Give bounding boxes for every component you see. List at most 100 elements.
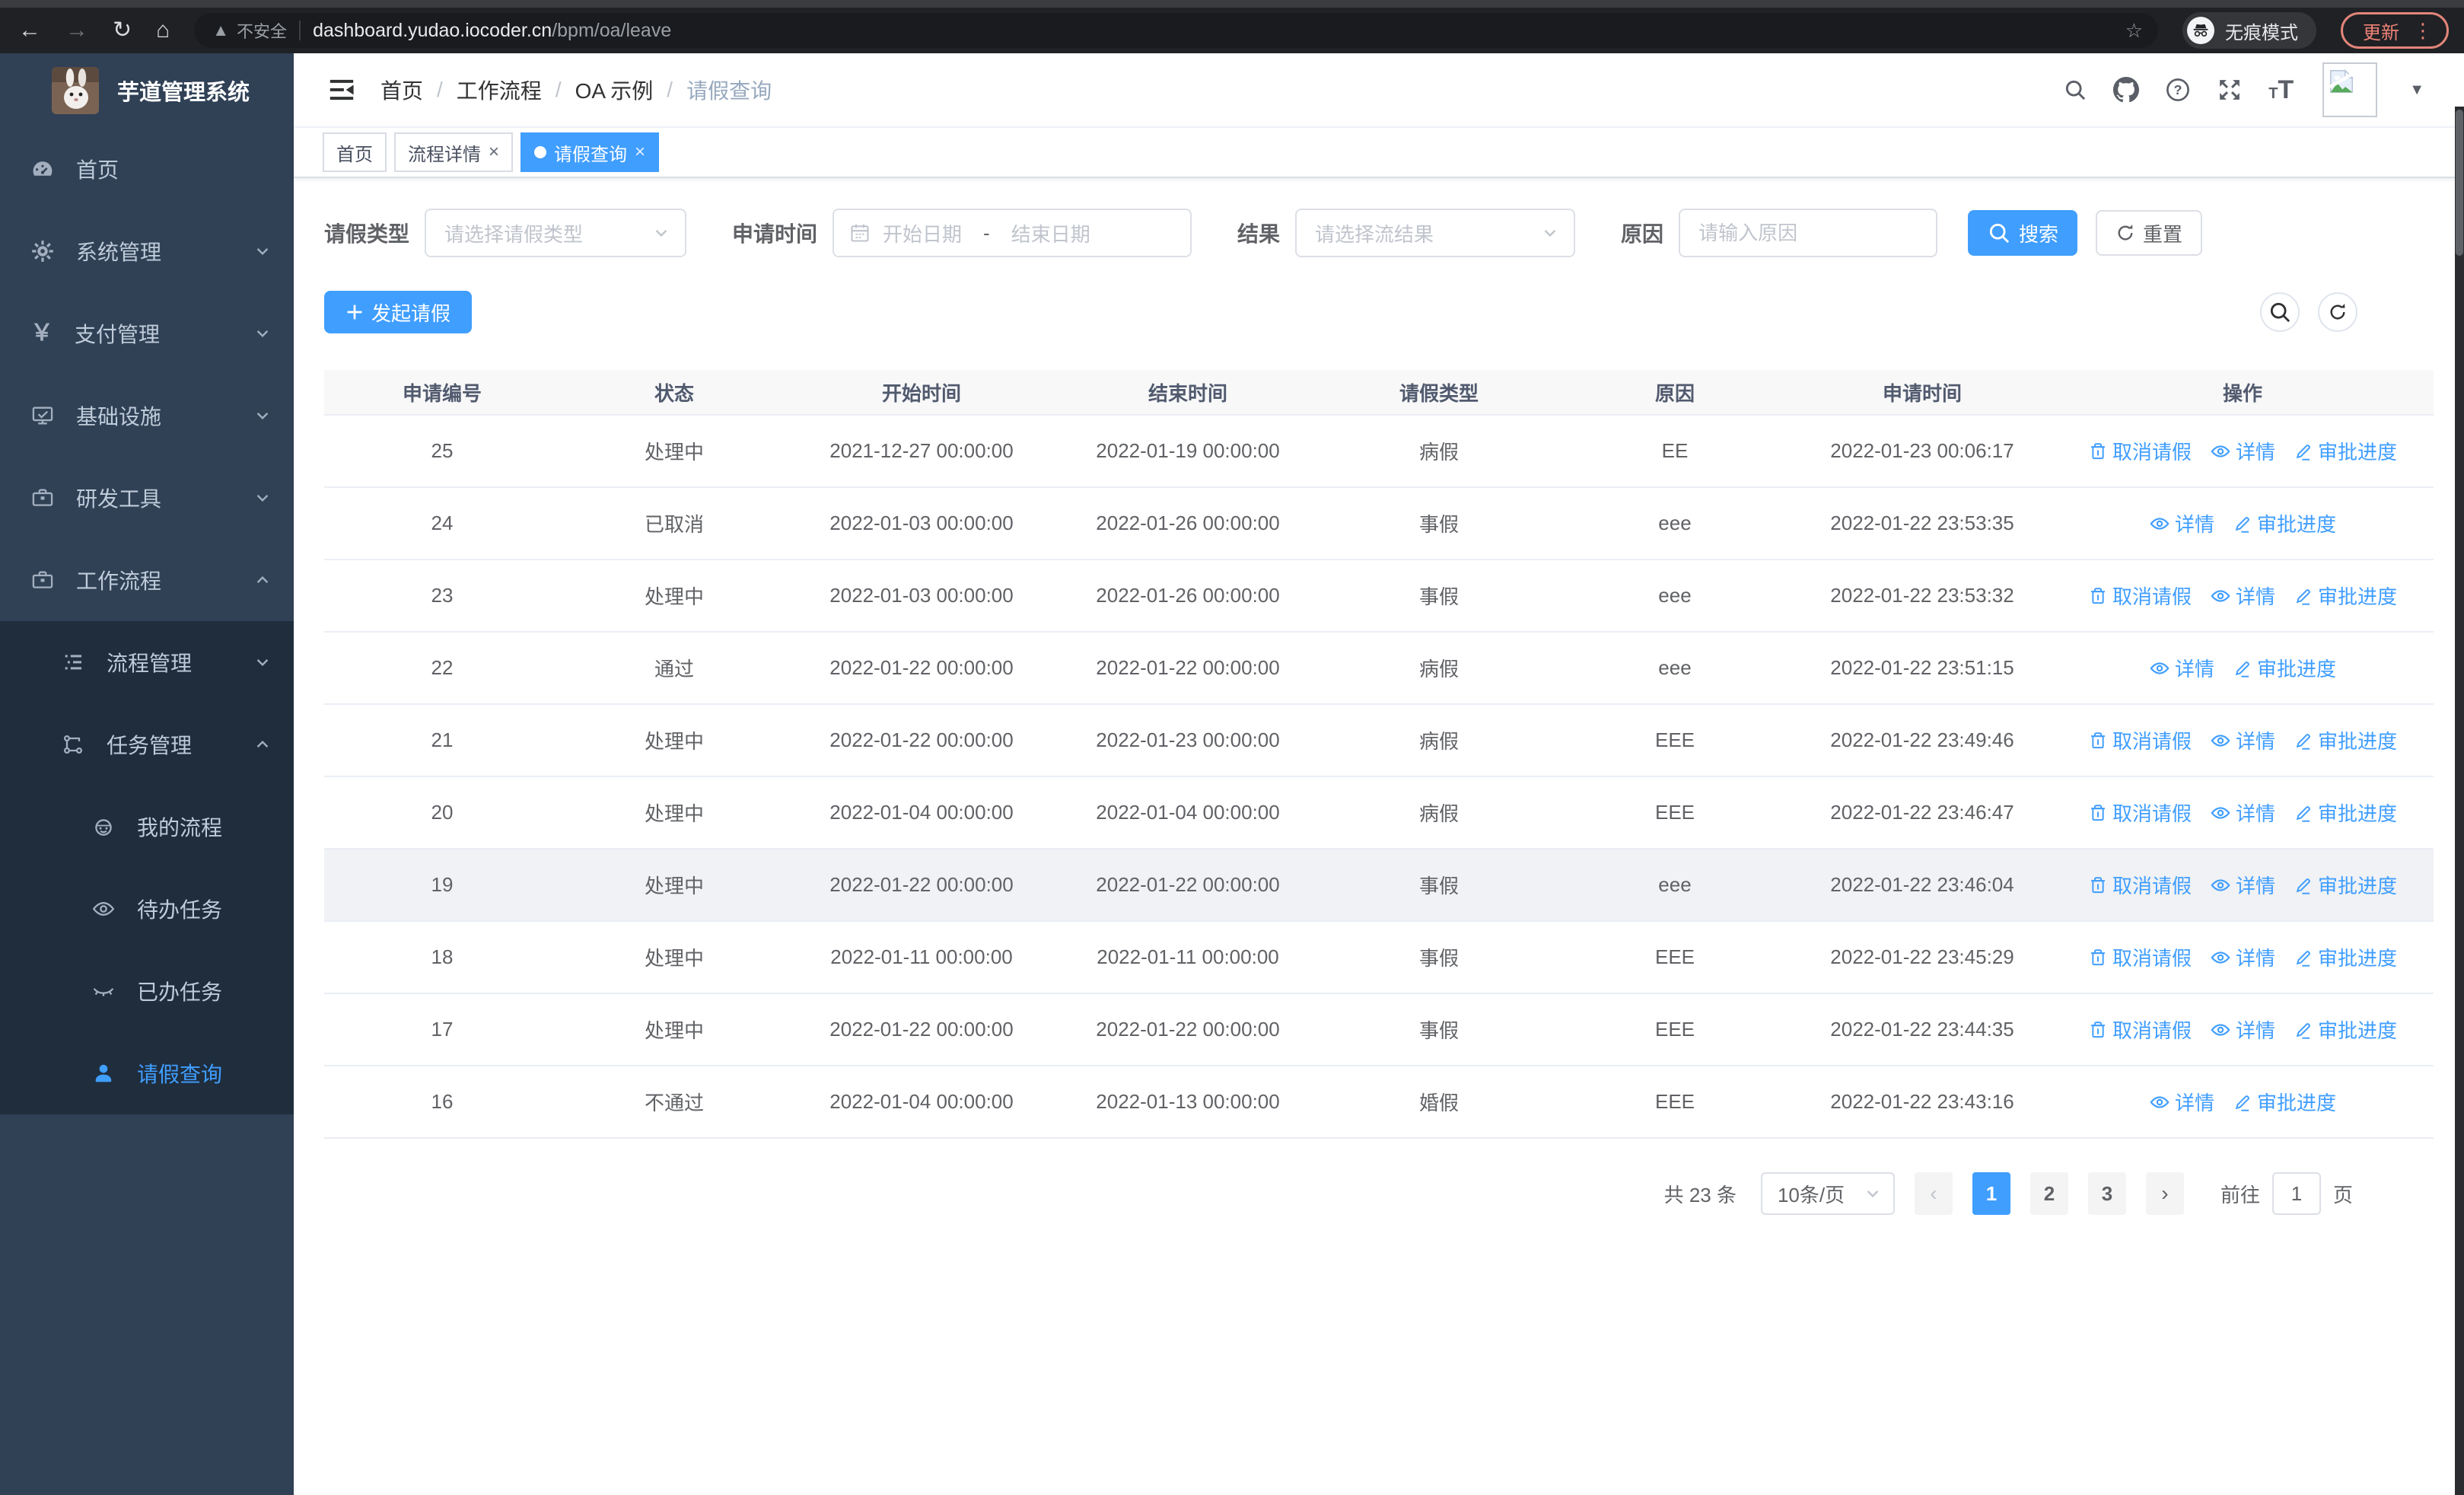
- prev-page-button[interactable]: ‹: [1914, 1172, 1953, 1215]
- detail-action-link[interactable]: 详情: [2210, 943, 2275, 971]
- github-icon[interactable]: [2113, 77, 2140, 103]
- sidebar-item-system-management[interactable]: 系统管理: [0, 210, 294, 292]
- table-row[interactable]: 19 处理中 2022-01-22 00:00:00 2022-01-22 00:00…: [324, 850, 2434, 922]
- page-button-2[interactable]: 2: [2029, 1172, 2068, 1215]
- next-page-button[interactable]: ›: [2145, 1172, 2184, 1215]
- cancel-action-link[interactable]: 取消请假: [2088, 1015, 2192, 1044]
- chevron-down-icon: [1864, 1185, 1881, 1202]
- address-bar[interactable]: ▲ 不安全 dashboard.yudao.iocoder.cn/bpm/oa/…: [194, 13, 2158, 48]
- sidebar-collapse-icon[interactable]: [327, 75, 356, 104]
- detail-action-link[interactable]: 详情: [2210, 871, 2275, 899]
- detail-action-link[interactable]: 详情: [2210, 582, 2275, 610]
- close-icon[interactable]: ×: [489, 143, 499, 161]
- sidebar-item-process-management[interactable]: 流程管理: [0, 621, 294, 703]
- progress-action-link[interactable]: 审批进度: [2294, 582, 2397, 610]
- tab-leave-query[interactable]: 请假查询 ×: [520, 132, 660, 172]
- home-icon[interactable]: ⌂: [156, 19, 170, 42]
- sidebar-item-dev-tools[interactable]: 研发工具: [0, 457, 294, 539]
- breadcrumb-item[interactable]: 工作流程: [457, 75, 542, 105]
- leave-type-select[interactable]: 请选择请假类型: [425, 209, 687, 257]
- kebab-menu-icon[interactable]: ⋮: [2413, 21, 2433, 40]
- cancel-action-link[interactable]: 取消请假: [2088, 943, 2192, 971]
- sidebar-item-payment-management[interactable]: ￥ 支付管理: [0, 292, 294, 375]
- close-icon[interactable]: ×: [635, 143, 645, 161]
- sidebar-item-my-process[interactable]: 我的流程: [0, 786, 294, 868]
- sidebar-item-task-management[interactable]: 任务管理: [0, 703, 294, 786]
- detail-action-link[interactable]: 详情: [2210, 726, 2275, 754]
- progress-action-link[interactable]: 审批进度: [2233, 654, 2336, 682]
- browser-update-button[interactable]: 更新 ⋮: [2341, 12, 2449, 49]
- reload-icon[interactable]: ↻: [113, 19, 132, 42]
- cancel-action-link[interactable]: 取消请假: [2088, 726, 2192, 754]
- tab-home[interactable]: 首页: [323, 132, 387, 172]
- detail-action-link[interactable]: 详情: [2210, 1015, 2275, 1044]
- sidebar-item-workflow[interactable]: 工作流程: [0, 539, 294, 621]
- result-select[interactable]: 请选择流结果: [1295, 209, 1576, 257]
- page-button-3[interactable]: 3: [2087, 1172, 2126, 1215]
- row-actions: 详情 审批进度: [2052, 1088, 2434, 1116]
- cancel-action-link[interactable]: 取消请假: [2088, 582, 2192, 610]
- table-cell: 23: [431, 584, 454, 607]
- security-status[interactable]: ▲ 不安全: [212, 18, 287, 43]
- avatar[interactable]: [2322, 62, 2378, 117]
- detail-action-link[interactable]: 详情: [2149, 654, 2214, 682]
- create-leave-button[interactable]: 发起请假: [324, 291, 473, 333]
- sidebar-item-done-tasks[interactable]: 已办任务: [0, 950, 294, 1032]
- table-row[interactable]: 18 处理中 2022-01-11 00:00:00 2022-01-11 00:00…: [324, 922, 2434, 994]
- progress-action-link[interactable]: 审批进度: [2233, 1088, 2336, 1116]
- bookmark-star-icon[interactable]: ☆: [2125, 19, 2143, 43]
- table-cell: 25: [431, 439, 454, 462]
- table-row[interactable]: 16 不通过 2022-01-04 00:00:00 2022-01-13 00:00…: [324, 1066, 2434, 1139]
- detail-action-link[interactable]: 详情: [2210, 799, 2275, 827]
- back-icon[interactable]: ←: [18, 19, 41, 42]
- detail-action-link[interactable]: 详情: [2149, 509, 2214, 537]
- table-row[interactable]: 23 处理中 2022-01-03 00:00:00 2022-01-26 00:00…: [324, 560, 2434, 633]
- fullscreen-icon[interactable]: [2217, 77, 2243, 103]
- breadcrumb-item[interactable]: 首页: [380, 75, 423, 105]
- detail-action-link[interactable]: 详情: [2210, 437, 2275, 465]
- forward-icon[interactable]: →: [65, 19, 88, 42]
- tab-process-detail[interactable]: 流程详情 ×: [394, 132, 514, 172]
- toggle-search-button[interactable]: [2260, 292, 2300, 332]
- breadcrumb-item[interactable]: OA 示例: [575, 75, 654, 105]
- search-icon[interactable]: [2063, 78, 2087, 102]
- sidebar-item-leave-query[interactable]: 请假查询: [0, 1032, 294, 1114]
- cancel-action-link[interactable]: 取消请假: [2088, 437, 2192, 465]
- table-row[interactable]: 25 处理中 2021-12-27 00:00:00 2022-01-19 00:00…: [324, 416, 2434, 488]
- refresh-table-button[interactable]: [2318, 292, 2357, 332]
- apply-time-range-picker[interactable]: 开始日期 - 结束日期: [832, 209, 1192, 257]
- table-row[interactable]: 20 处理中 2022-01-04 00:00:00 2022-01-04 00:00…: [324, 777, 2434, 850]
- reason-input[interactable]: [1698, 221, 1918, 245]
- progress-action-link[interactable]: 审批进度: [2294, 437, 2397, 465]
- reset-button[interactable]: 重置: [2096, 210, 2203, 256]
- progress-action-link[interactable]: 审批进度: [2294, 1015, 2397, 1044]
- sidebar-item-home[interactable]: 首页: [0, 128, 294, 210]
- search-button[interactable]: 搜索: [1968, 210, 2078, 256]
- sidebar-item-infrastructure[interactable]: 基础设施: [0, 375, 294, 457]
- progress-action-link[interactable]: 审批进度: [2233, 509, 2336, 537]
- caret-down-icon[interactable]: ▼: [2409, 81, 2424, 99]
- progress-action-link[interactable]: 审批进度: [2294, 799, 2397, 827]
- help-icon[interactable]: ?: [2165, 77, 2191, 103]
- font-size-icon[interactable]: TT: [2268, 75, 2294, 105]
- table-cell: 2021-12-27 00:00:00: [829, 439, 1014, 462]
- app-logo[interactable]: 芋道管理系统: [0, 53, 294, 128]
- progress-action-link[interactable]: 审批进度: [2294, 871, 2397, 899]
- page-button-1[interactable]: 1: [1972, 1172, 2010, 1215]
- cancel-action-link[interactable]: 取消请假: [2088, 799, 2192, 827]
- sidebar-item-todo-tasks[interactable]: 待办任务: [0, 868, 294, 950]
- progress-action-link[interactable]: 审批进度: [2294, 943, 2397, 971]
- scrollbar[interactable]: [2455, 107, 2464, 1495]
- table-row[interactable]: 24 已取消 2022-01-03 00:00:00 2022-01-26 00:00…: [324, 488, 2434, 560]
- goto-page-input[interactable]: [2271, 1172, 2321, 1215]
- table-row[interactable]: 22 通过 2022-01-22 00:00:00 2022-01-22 00:00:…: [324, 633, 2434, 705]
- page-size-select[interactable]: 10条/页: [1760, 1172, 1895, 1215]
- table-row[interactable]: 21 处理中 2022-01-22 00:00:00 2022-01-23 00:00…: [324, 705, 2434, 777]
- tab-label: 流程详情: [408, 144, 481, 165]
- cancel-action-link[interactable]: 取消请假: [2088, 871, 2192, 899]
- detail-action-link[interactable]: 详情: [2149, 1088, 2214, 1116]
- table-row[interactable]: 17 处理中 2022-01-22 00:00:00 2022-01-22 00:00…: [324, 994, 2434, 1066]
- table-cell: 2022-01-26 00:00:00: [1096, 512, 1280, 534]
- scrollbar-thumb[interactable]: [2456, 110, 2463, 256]
- progress-action-link[interactable]: 审批进度: [2294, 726, 2397, 754]
